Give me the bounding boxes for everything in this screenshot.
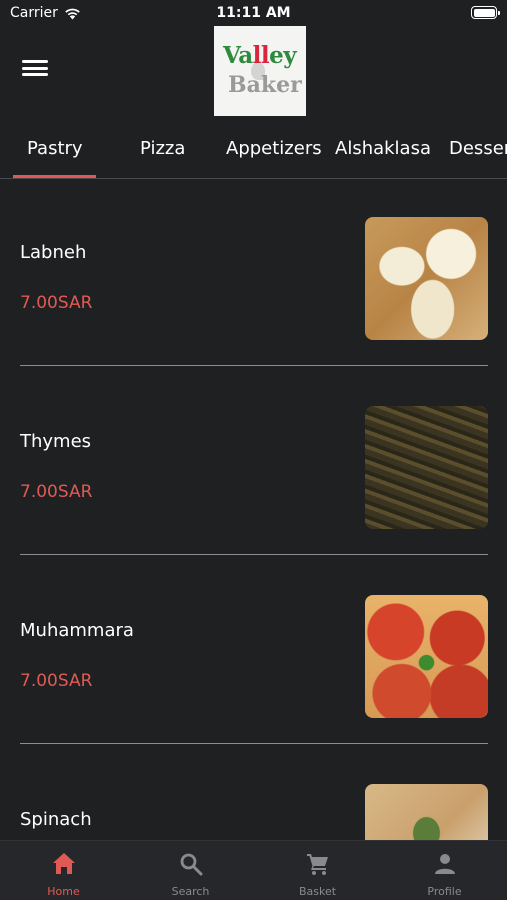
tab-pastry[interactable]: Pastry — [27, 138, 83, 159]
hamburger-menu-icon[interactable] — [22, 58, 48, 80]
app-logo: Valley Baker — [214, 26, 306, 116]
battery-icon — [471, 6, 500, 19]
item-name: Muhammara — [20, 620, 134, 641]
nav-search[interactable]: Search — [127, 841, 254, 900]
home-icon — [52, 853, 75, 874]
nav-home[interactable]: Home — [0, 841, 127, 900]
active-tab-indicator — [13, 175, 96, 178]
item-divider — [20, 554, 488, 555]
item-image — [365, 217, 488, 340]
nav-basket[interactable]: Basket — [254, 841, 381, 900]
item-name: Thymes — [20, 431, 92, 452]
menu-item-labneh[interactable]: Labneh 7.00SAR — [0, 180, 507, 369]
menu-item-list: Labneh 7.00SAR Thymes 7.00SAR Muhammara … — [0, 180, 507, 840]
item-image — [365, 784, 488, 840]
item-name: Spinach — [20, 809, 92, 830]
status-time: 11:11 AM — [216, 5, 291, 21]
category-tabs: Pastry Pizza Appetizers Alshaklasa Desse… — [0, 128, 507, 179]
nav-label: Search — [171, 885, 210, 898]
menu-item-spinach[interactable]: Spinach — [0, 747, 507, 840]
item-image — [365, 595, 488, 718]
item-divider — [20, 365, 488, 366]
tab-alshaklasa[interactable]: Alshaklasa — [335, 138, 431, 159]
item-price: 7.00SAR — [20, 482, 93, 502]
tab-desserts[interactable]: Desserts — [449, 138, 507, 159]
item-divider — [20, 743, 488, 744]
nav-profile[interactable]: Profile — [381, 841, 507, 900]
nav-label: Profile — [427, 885, 462, 898]
bottom-navigation: Home Search Basket Profile — [0, 840, 507, 900]
logo-text-valley: Valley — [223, 42, 297, 69]
cart-icon — [306, 854, 328, 875]
tab-appetizers[interactable]: Appetizers — [226, 138, 322, 159]
menu-item-thymes[interactable]: Thymes 7.00SAR — [0, 369, 507, 558]
status-bar: Carrier 11:11 AM — [0, 0, 507, 28]
profile-icon — [434, 854, 455, 874]
item-name: Labneh — [20, 242, 87, 263]
item-price: 7.00SAR — [20, 671, 93, 691]
item-price: 7.00SAR — [20, 293, 93, 313]
nav-label: Home — [47, 885, 80, 898]
nav-label: Basket — [298, 885, 337, 898]
item-image — [365, 406, 488, 529]
menu-item-muhammara[interactable]: Muhammara 7.00SAR — [0, 558, 507, 747]
logo-text-baker: Baker — [228, 72, 302, 98]
tab-pizza[interactable]: Pizza — [140, 138, 185, 159]
search-icon — [180, 853, 202, 876]
